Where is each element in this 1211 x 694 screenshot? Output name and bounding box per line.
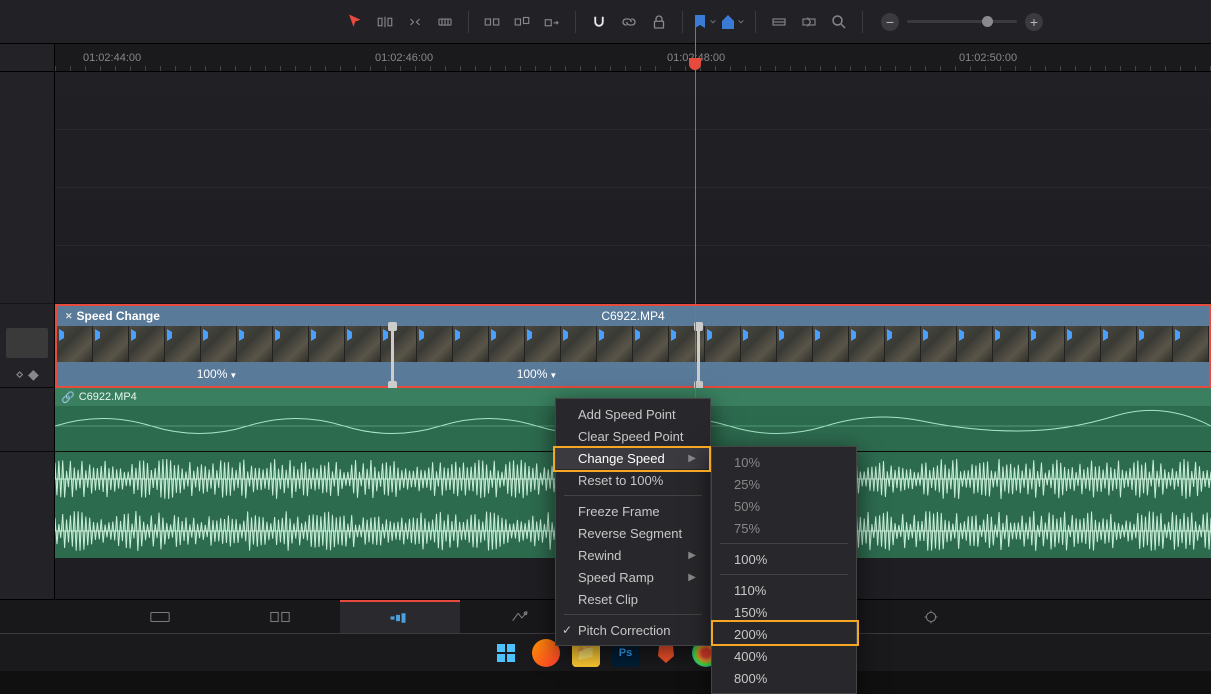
track-thumbnail — [6, 328, 48, 358]
speed-option[interactable]: 10% — [712, 451, 856, 473]
audio-track-2-header[interactable] — [0, 452, 54, 558]
menu-item[interactable]: Reset Clip — [556, 588, 710, 610]
ruler-timecode: 01:02:44:00 — [83, 44, 141, 71]
replace-tool[interactable] — [539, 9, 565, 35]
timeline-ruler[interactable]: 01:02:44:0001:02:46:0001:02:48:0001:02:5… — [0, 44, 1211, 72]
snap-toggle[interactable] — [586, 9, 612, 35]
overwrite-b-tool[interactable] — [509, 9, 535, 35]
insert-mode[interactable] — [432, 9, 458, 35]
menu-item[interactable]: Add Speed Point — [556, 403, 710, 425]
ruler-timecode: 01:02:50:00 — [959, 44, 1017, 71]
menu-item[interactable]: Reset to 100% — [556, 469, 710, 491]
menu-item[interactable]: Freeze Frame — [556, 500, 710, 522]
timeline-toolbar: − + — [0, 0, 1211, 44]
mode-clip[interactable] — [100, 600, 220, 634]
playhead[interactable] — [689, 58, 701, 70]
empty-track-area — [55, 72, 1211, 304]
speed-option[interactable]: 100% — [712, 548, 856, 570]
speed-option[interactable]: 75% — [712, 517, 856, 539]
audio-track-1-header[interactable] — [0, 388, 54, 452]
clip-filename: C6922.MP4 — [57, 309, 1209, 323]
link-toggle[interactable] — [616, 9, 642, 35]
retime-context-menu: Add Speed PointClear Speed PointChange S… — [555, 398, 711, 646]
taskbar-windows[interactable] — [492, 639, 520, 667]
change-speed-submenu: 10%25%50%75% 100% 110%150%200%400%800% — [711, 446, 857, 694]
keyframe-icon[interactable]: ◆ — [28, 366, 39, 383]
mode-trim[interactable] — [220, 600, 340, 634]
speed-option[interactable]: 800% — [712, 667, 856, 689]
ruler-timecode: 01:02:46:00 — [375, 44, 433, 71]
flag-dropdown[interactable] — [721, 14, 745, 30]
menu-item[interactable]: Reverse Segment — [556, 522, 710, 544]
mode-deliver[interactable] — [901, 600, 961, 634]
speed-option[interactable]: 50% — [712, 495, 856, 517]
menu-item[interactable]: Change Speed▶ — [556, 447, 710, 469]
speed-option[interactable]: 110% — [712, 579, 856, 601]
video-track-header[interactable]: ⋄ ◆ — [0, 304, 54, 388]
marker-dropdown[interactable] — [693, 14, 717, 30]
blade-tool[interactable] — [402, 9, 428, 35]
video-clip[interactable]: C6922.MP4 ✕Speed Change 100%▼100%▼ — [55, 304, 1211, 388]
audio-filename: C6922.MP4 — [79, 391, 137, 403]
zoom-out-button[interactable]: − — [881, 13, 899, 31]
speed-option[interactable]: 200% — [712, 623, 856, 645]
clip-thumbnails — [57, 326, 1209, 362]
speed-option[interactable]: 150% — [712, 601, 856, 623]
menu-item[interactable]: Rewind▶ — [556, 544, 710, 566]
expand-icon[interactable]: ⋄ — [15, 366, 24, 383]
lock-toggle[interactable] — [646, 9, 672, 35]
track-headers: ⋄ ◆ — [0, 72, 55, 599]
pointer-tool[interactable] — [342, 9, 368, 35]
mode-speed[interactable] — [340, 600, 460, 634]
menu-item[interactable]: ✓Pitch Correction — [556, 619, 710, 641]
video-track[interactable]: C6922.MP4 ✕Speed Change 100%▼100%▼ — [55, 304, 1211, 388]
speed-segment-label[interactable]: 100%▼ — [57, 367, 377, 381]
zoom-in-button[interactable]: + — [1025, 13, 1043, 31]
speed-option[interactable]: 25% — [712, 473, 856, 495]
link-icon: 🔗 — [61, 391, 75, 404]
speed-bar[interactable]: 100%▼100%▼ — [57, 362, 1209, 386]
speed-point-handle[interactable] — [697, 326, 700, 386]
zoom-slider[interactable]: − + — [881, 13, 1043, 31]
speed-segment-label[interactable]: 100%▼ — [377, 367, 697, 381]
range-in-tool[interactable] — [766, 9, 792, 35]
speed-point-handle[interactable] — [391, 326, 394, 386]
search-tool[interactable] — [826, 9, 852, 35]
blade-range-tool[interactable] — [372, 9, 398, 35]
overwrite-a-tool[interactable] — [479, 9, 505, 35]
speed-option[interactable]: 400% — [712, 645, 856, 667]
menu-item[interactable]: Clear Speed Point — [556, 425, 710, 447]
menu-item[interactable]: Speed Ramp▶ — [556, 566, 710, 588]
range-out-tool[interactable] — [796, 9, 822, 35]
